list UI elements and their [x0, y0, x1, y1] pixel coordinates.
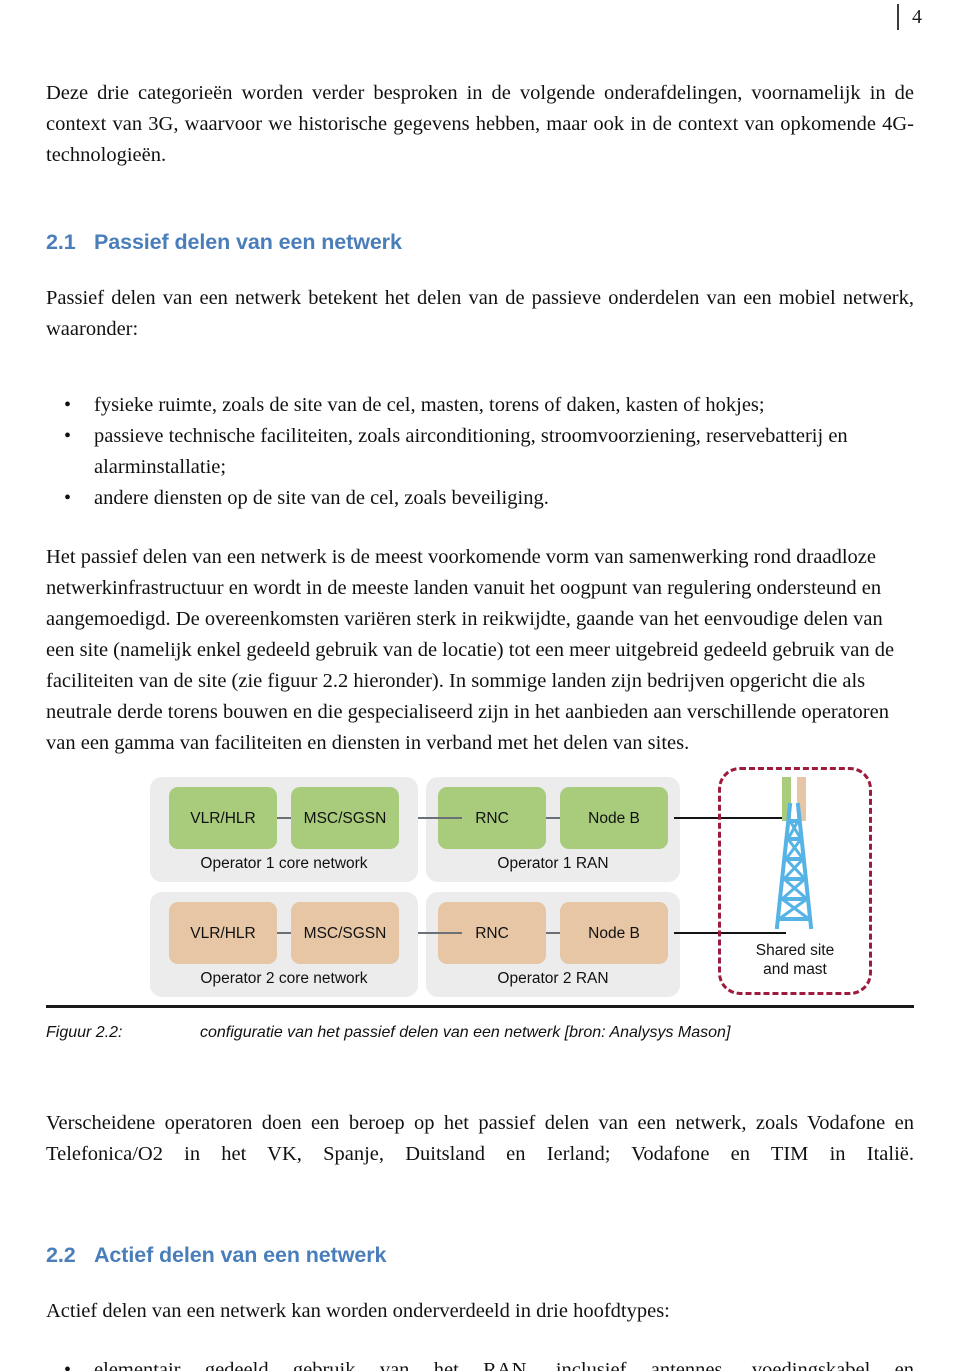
- list-item: • fysieke ruimte, zoals de site van de c…: [46, 390, 914, 421]
- document-page: 4 Deze drie categorieën worden verder be…: [0, 0, 960, 1371]
- shared-site-label-line1: Shared site: [755, 942, 835, 959]
- heading-2-2: 2.2 Actief delen van een netwerk: [46, 1243, 914, 1268]
- header-divider: [897, 4, 899, 30]
- node-nodeb-operator-2: Node B: [560, 902, 668, 964]
- figure-rule: [46, 1005, 914, 1008]
- list-item-label: andere diensten op de site van de cel, z…: [94, 487, 549, 509]
- section-2-1-body: Het passief delen van een netwerk is de …: [46, 546, 895, 754]
- bullet-icon: •: [64, 1359, 72, 1371]
- link-core-ran-operator-2: [418, 932, 462, 934]
- mast-tower-icon: [756, 777, 838, 937]
- operator-1-core-group: VLR/HLR MSC/ SGSN Operator 1 core networ…: [150, 777, 418, 882]
- operator-2-ran-group: RNC Node B Operator 2 RAN: [426, 892, 680, 997]
- node-msc-sgsn-operator-2-line2: SGSN: [342, 924, 387, 942]
- section-2-1-intro: Passief delen van een netwerk betekent h…: [46, 287, 914, 340]
- operator-2-ran-label: Operator 2 RAN: [497, 970, 609, 987]
- bullet-icon: •: [64, 487, 72, 509]
- node-msc-sgsn-operator-1-line2: SGSN: [342, 809, 387, 827]
- figure-caption: Figuur 2.2: configuratie van het passief…: [46, 1024, 914, 1042]
- node-msc-sgsn-operator-2-line1: MSC/: [303, 924, 343, 942]
- link-rnc-nodeb-operator-1: [546, 817, 560, 819]
- operator-1-ran-group: RNC Node B Operator 1 RAN: [426, 777, 680, 882]
- operator-2-core-label: Operator 2 core network: [200, 970, 368, 987]
- bullet-icon: •: [64, 394, 72, 416]
- heading-2-1-title: Passief delen van een netwerk: [94, 230, 402, 254]
- page-number: 4: [912, 6, 922, 28]
- operator-1-row: VLR/HLR MSC/ SGSN Operator 1 core networ…: [150, 777, 680, 882]
- node-msc-sgsn-operator-2: MSC/ SGSN: [291, 902, 399, 964]
- bullet-icon: •: [64, 425, 72, 447]
- section-2-1-bullet-list: • fysieke ruimte, zoals de site van de c…: [46, 390, 914, 514]
- list-item: • andere diensten op de site van de cel,…: [46, 483, 914, 514]
- link-rnc-nodeb-operator-2: [546, 932, 560, 934]
- heading-2-2-number: 2.2: [46, 1243, 76, 1267]
- list-item-label: elementair gedeeld gebruik van het RAN, …: [94, 1359, 914, 1371]
- figure-caption-text: configuratie van het passief delen van e…: [200, 1024, 731, 1041]
- link-vlr-msc-operator-1: [277, 817, 291, 819]
- node-vlr-hlr-operator-2: VLR/HLR: [169, 902, 277, 964]
- section-2-1-closing: Verscheidene operatoren doen een beroep …: [46, 1112, 914, 1165]
- intro-paragraph: Deze drie categorieën worden verder besp…: [46, 82, 914, 166]
- link-vlr-msc-operator-2: [277, 932, 291, 934]
- operator-2-row: VLR/HLR MSC/ SGSN Operator 2 core networ…: [150, 892, 680, 997]
- page-content: Deze drie categorieën worden verder besp…: [46, 78, 914, 1371]
- operator-2-ran-nodes: RNC Node B: [436, 902, 670, 964]
- operator-2-core-nodes: VLR/HLR MSC/ SGSN: [160, 902, 408, 964]
- operator-2-core-group: VLR/HLR MSC/ SGSN Operator 2 core networ…: [150, 892, 418, 997]
- shared-site-label: Shared site and mast: [718, 941, 872, 979]
- node-vlr-hlr-operator-1: VLR/HLR: [169, 787, 277, 849]
- heading-2-1-number: 2.1: [46, 230, 76, 254]
- section-2-2-intro: Actief delen van een netwerk kan worden …: [46, 1300, 670, 1322]
- list-item-label: fysieke ruimte, zoals de site van de cel…: [94, 394, 765, 416]
- list-item-label: passieve technische faciliteiten, zoals …: [94, 425, 848, 478]
- operator-1-ran-label: Operator 1 RAN: [497, 855, 609, 872]
- node-msc-sgsn-operator-1-line1: MSC/: [303, 809, 343, 827]
- figure-2-2: VLR/HLR MSC/ SGSN Operator 1 core networ…: [46, 765, 914, 1003]
- section-2-2-bullet-list: • elementair gedeeld gebruik van het RAN…: [46, 1355, 914, 1371]
- list-item: • elementair gedeeld gebruik van het RAN…: [46, 1355, 914, 1371]
- heading-2-2-title: Actief delen van een netwerk: [94, 1243, 387, 1267]
- heading-2-1: 2.1 Passief delen van een netwerk: [46, 230, 914, 255]
- operator-1-core-nodes: VLR/HLR MSC/ SGSN: [160, 787, 408, 849]
- link-core-ran-operator-1: [418, 817, 462, 819]
- page-header: 4: [897, 0, 922, 34]
- operator-1-core-label: Operator 1 core network: [200, 855, 368, 872]
- figure-caption-number: Figuur 2.2:: [46, 1024, 123, 1041]
- node-nodeb-operator-1: Node B: [560, 787, 668, 849]
- node-msc-sgsn-operator-1: MSC/ SGSN: [291, 787, 399, 849]
- list-item: • passieve technische faciliteiten, zoal…: [46, 421, 914, 483]
- operator-1-ran-nodes: RNC Node B: [436, 787, 670, 849]
- shared-site-label-line2: and mast: [763, 961, 827, 978]
